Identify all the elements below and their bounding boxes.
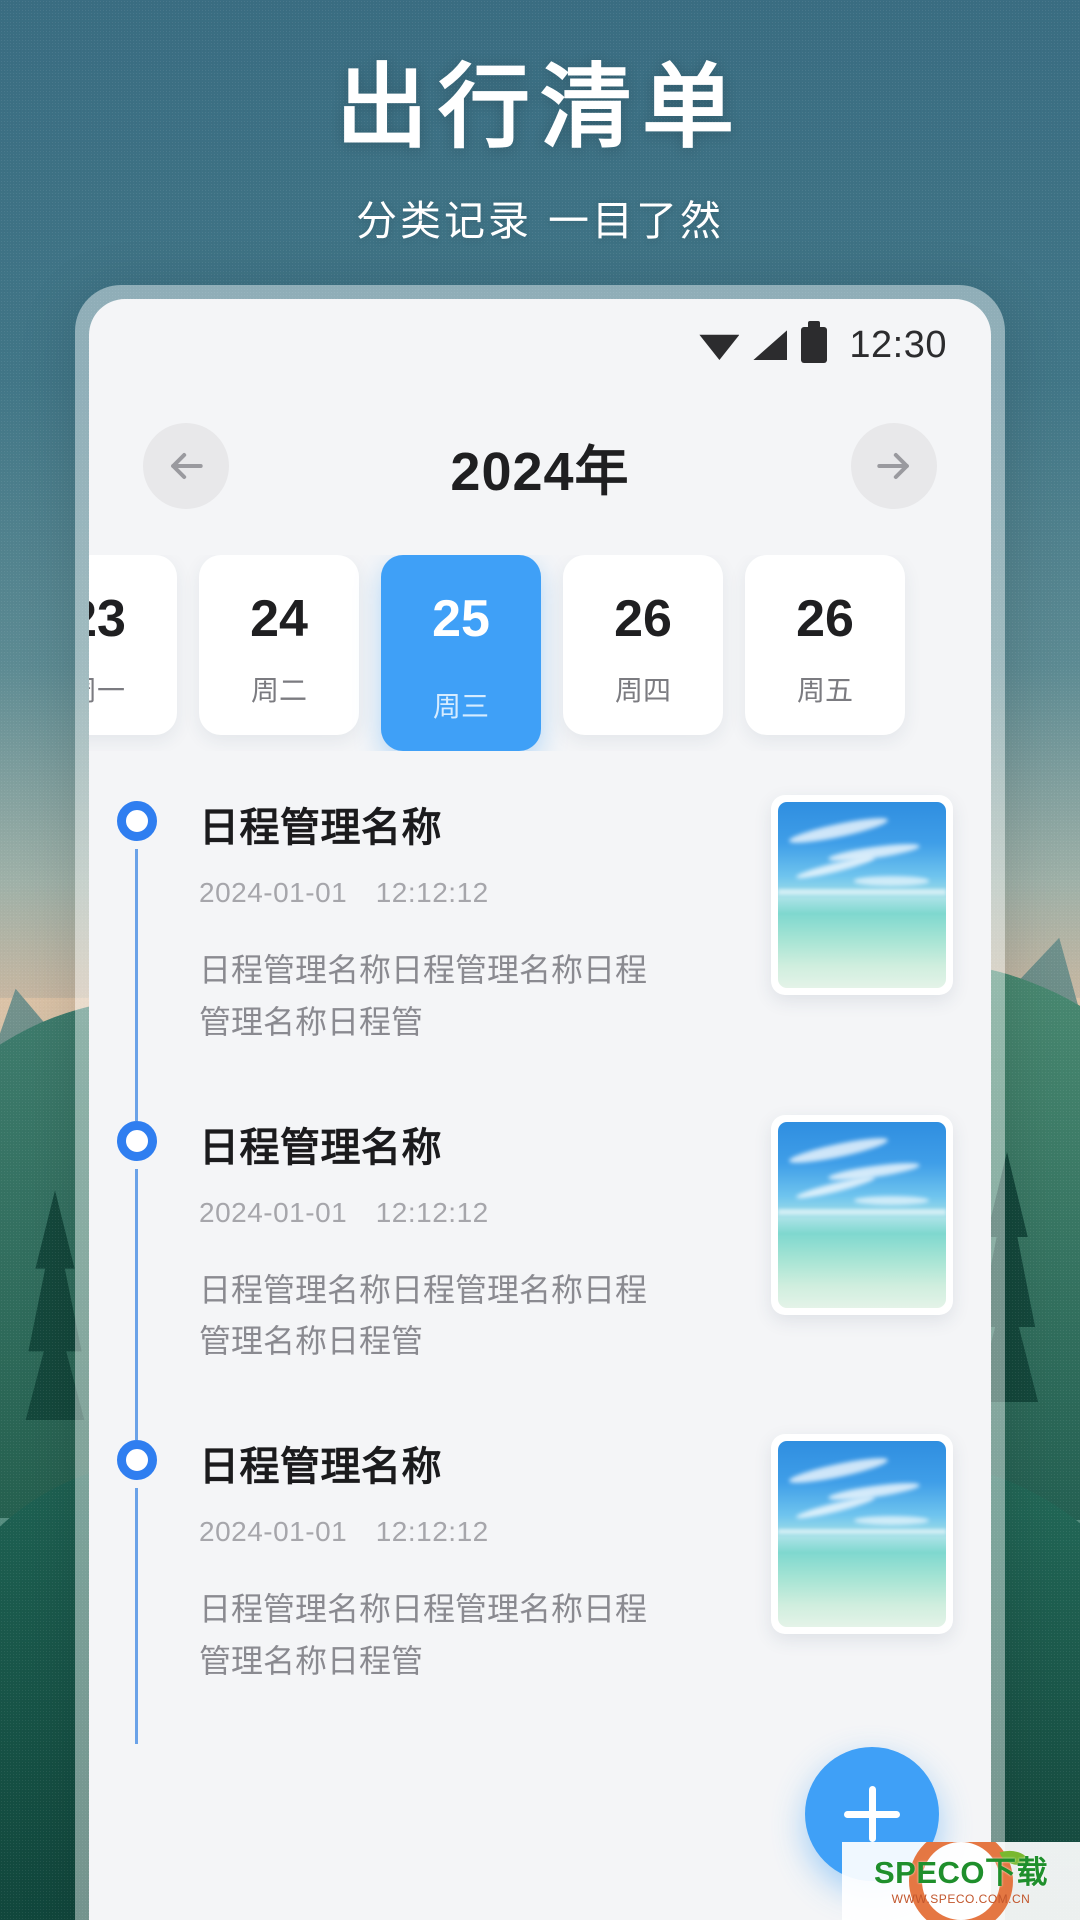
date-weekday: 周四 [614, 675, 671, 706]
watermark-url: WWW.SPECO.COM.CN [891, 1891, 1031, 1906]
date-number: 24 [250, 590, 308, 648]
date-weekday: 周二 [250, 675, 307, 706]
timeline-line [135, 1488, 138, 1744]
phone-mockup: 12:30 2024年 23 周一 [75, 285, 1005, 1920]
timeline-line [135, 1168, 138, 1441]
date-card[interactable]: 26 周五 [745, 555, 905, 735]
list-item-body: 日程管理名称 2024-01-01 12:12:12 日程管理名称日程管理名称日… [199, 1434, 771, 1688]
timeline-line [135, 849, 138, 1121]
schedule-list: 日程管理名称 2024-01-01 12:12:12 日程管理名称日程管理名称日… [89, 795, 991, 1754]
page-title: 出行清单 [335, 54, 744, 161]
arrow-left-icon [171, 452, 203, 480]
list-item-title: 日程管理名称 [199, 1445, 442, 1490]
list-item-description: 日程管理名称日程管理名称日程管理名称日程管 [199, 1271, 648, 1360]
list-item[interactable]: 日程管理名称 2024-01-01 12:12:12 日程管理名称日程管理名称日… [117, 1434, 953, 1754]
list-item-title: 日程管理名称 [199, 806, 442, 850]
year-label: 2024年 [450, 441, 630, 502]
plus-icon [868, 1786, 876, 1842]
wifi-icon [699, 334, 740, 360]
arrow-right-icon [877, 452, 909, 480]
beach-photo-icon [778, 802, 946, 988]
page-subtitle: 分类记录 一目了然 [355, 196, 725, 245]
signal-icon [753, 330, 788, 360]
hero-section: 出行清单 分类记录 一目了然 [0, 54, 1080, 247]
watermark-brand: SPECO下载 [873, 1854, 1049, 1890]
list-item-timestamp: 2024-01-01 12:12:12 [199, 877, 489, 908]
date-weekday: 周五 [796, 675, 853, 706]
list-item-thumbnail[interactable] [771, 1434, 953, 1635]
list-item-body: 日程管理名称 2024-01-01 12:12:12 日程管理名称日程管理名称日… [199, 795, 771, 1049]
date-number: 26 [614, 590, 672, 648]
date-weekday: 周三 [432, 691, 489, 722]
timeline-dot-icon [117, 1120, 157, 1161]
beach-photo-icon [778, 1121, 946, 1308]
status-bar: 12:30 [89, 299, 991, 391]
next-year-button[interactable] [850, 423, 937, 509]
list-item-thumbnail[interactable] [771, 1114, 953, 1315]
list-item-description: 日程管理名称日程管理名称日程管理名称日程管 [199, 952, 648, 1040]
list-item-thumbnail[interactable] [771, 795, 953, 995]
date-number: 23 [89, 590, 126, 648]
date-card[interactable]: 24 周二 [199, 555, 359, 735]
date-card-selected[interactable]: 25 周三 [381, 555, 541, 751]
beach-photo-icon [778, 1441, 946, 1628]
date-card[interactable]: 23 周一 [89, 555, 177, 735]
date-weekday: 周一 [89, 675, 125, 706]
year-navigation: 2024年 [89, 391, 991, 541]
phone-screen: 12:30 2024年 23 周一 [89, 299, 991, 1920]
timeline-dot-icon [117, 1440, 157, 1481]
date-card[interactable]: 26 周四 [563, 555, 723, 735]
battery-icon [801, 321, 828, 363]
list-item-timestamp: 2024-01-01 12:12:12 [199, 1196, 489, 1228]
site-watermark: SPECO下载 WWW.SPECO.COM.CN [842, 1842, 1080, 1920]
list-item-title: 日程管理名称 [199, 1125, 442, 1170]
date-strip[interactable]: 23 周一 24 周二 25 周三 26 周四 26 周五 [89, 555, 991, 751]
date-number: 25 [432, 590, 490, 648]
status-bar-time: 12:30 [849, 323, 947, 366]
list-item-description: 日程管理名称日程管理名称日程管理名称日程管 [199, 1591, 648, 1680]
date-number: 26 [796, 590, 854, 648]
list-item[interactable]: 日程管理名称 2024-01-01 12:12:12 日程管理名称日程管理名称日… [117, 1114, 953, 1441]
list-item-body: 日程管理名称 2024-01-01 12:12:12 日程管理名称日程管理名称日… [199, 1115, 771, 1369]
list-item-timestamp: 2024-01-01 12:12:12 [199, 1516, 489, 1548]
prev-year-button[interactable] [143, 423, 229, 509]
timeline-dot-icon [117, 801, 157, 841]
list-item[interactable]: 日程管理名称 2024-01-01 12:12:12 日程管理名称日程管理名称日… [117, 795, 953, 1121]
